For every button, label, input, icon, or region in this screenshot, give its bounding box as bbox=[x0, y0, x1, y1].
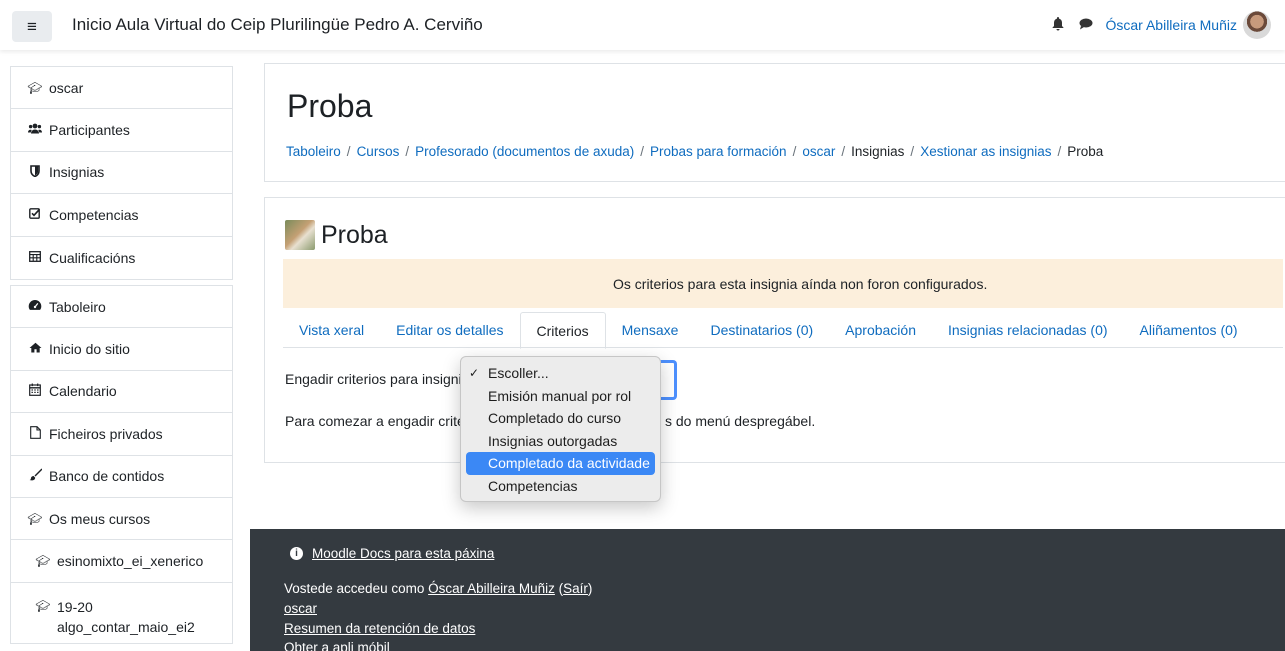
users-icon bbox=[27, 123, 43, 137]
badge-tabs: Vista xeral Editar os detalles Criterios… bbox=[283, 312, 1283, 349]
data-retention-link[interactable]: Resumen da retención de datos bbox=[284, 621, 475, 636]
login-info: Vostede accedeu como Óscar Abilleira Muñ… bbox=[284, 581, 593, 596]
table-icon bbox=[27, 250, 43, 265]
breadcrumb-current: Proba bbox=[1067, 144, 1104, 159]
breadcrumb-item[interactable]: oscar bbox=[802, 144, 835, 159]
graduation-cap-icon: 🎓︎ bbox=[27, 80, 43, 95]
sidebar-item-label: Os meus cursos bbox=[49, 510, 151, 527]
breadcrumb: Taboleiro / Cursos / Profesorado (documentos… bbox=[286, 144, 1104, 159]
mobile-app-link[interactable]: Obter a apli móbil bbox=[284, 640, 390, 651]
badge-heading: Proba bbox=[285, 220, 388, 250]
tab-related-badges[interactable]: Insignias relacionadas (0) bbox=[932, 312, 1124, 348]
dropdown-option-highlighted[interactable]: Completado da actividade bbox=[466, 452, 655, 475]
sidebar-item-grades[interactable]: Cualificacións bbox=[11, 237, 232, 279]
sidebar-item-label: Insignias bbox=[49, 164, 105, 181]
sidebar-item-label: Competencias bbox=[49, 206, 139, 223]
nav-drawer: 🎓︎ oscar Participantes Insignias Competen… bbox=[10, 66, 233, 649]
breadcrumb-item[interactable]: Xestionar as insignias bbox=[920, 144, 1051, 159]
graduation-cap-icon: 🎓︎ bbox=[27, 511, 43, 526]
sidebar-item-label: Inicio do sitio bbox=[49, 341, 130, 358]
drawer-toggle-button[interactable]: ≡ bbox=[12, 11, 52, 42]
tab-alignments[interactable]: Aliñamentos (0) bbox=[1124, 312, 1254, 348]
sidebar-item-label: oscar bbox=[49, 79, 84, 96]
page-title: Proba bbox=[287, 88, 373, 124]
help-text: Para comezar a engadir crite s do menú d… bbox=[285, 413, 816, 429]
badge-content: Proba Os criterios para esta insignia aí… bbox=[264, 197, 1285, 463]
sidebar-item-badges[interactable]: Insignias bbox=[11, 152, 232, 195]
sidebar-item-label: Cualificacións bbox=[49, 249, 136, 266]
dropdown-option[interactable]: Emisión manual por rol bbox=[466, 385, 655, 408]
dropdown-option[interactable]: ✓ Escoller... bbox=[466, 362, 655, 385]
avatar[interactable] bbox=[1243, 11, 1271, 39]
tab-edit-details[interactable]: Editar os detalles bbox=[380, 312, 519, 348]
sidebar-item-competencies[interactable]: Competencias bbox=[11, 194, 232, 237]
sidebar-item-label: Calendario bbox=[49, 383, 117, 400]
course-link[interactable]: oscar bbox=[284, 601, 317, 616]
profile-link[interactable]: Óscar Abilleira Muñiz bbox=[428, 581, 555, 596]
breadcrumb-item[interactable]: Probas para formación bbox=[650, 144, 787, 159]
sidebar-item-course[interactable]: 🎓︎ esinomixto_ei_xenerico bbox=[11, 540, 232, 583]
user-menu-name[interactable]: Óscar Abilleira Muñiz bbox=[1106, 17, 1238, 33]
breadcrumb-item: Insignias bbox=[851, 144, 905, 159]
warning-alert: Os criterios para esta insignia aínda no… bbox=[283, 259, 1283, 308]
sidebar-item-participants[interactable]: Participantes bbox=[11, 109, 232, 152]
sidebar-item-content-bank[interactable]: Banco de contidos bbox=[11, 456, 232, 498]
tab-recipients[interactable]: Destinatarios (0) bbox=[694, 312, 829, 348]
sidebar-item-label: 19-20 algo_contar_maio_ei2 bbox=[57, 598, 195, 635]
dropdown-option[interactable]: Insignias outorgadas bbox=[466, 430, 655, 453]
info-icon: i bbox=[290, 547, 303, 560]
docs-row: i Moodle Docs para esta páxina bbox=[290, 546, 494, 561]
sidebar-item-course[interactable]: 🎓︎ 19-20 algo_contar_maio_ei2 bbox=[11, 583, 232, 643]
sidebar-item-label: esinomixto_ei_xenerico bbox=[57, 552, 204, 569]
chat-bubble-icon[interactable] bbox=[1076, 17, 1096, 33]
sidebar-item-site-home[interactable]: Inicio do sitio bbox=[11, 328, 232, 371]
moodle-docs-link[interactable]: Moodle Docs para esta páxina bbox=[312, 546, 494, 561]
brush-icon bbox=[27, 468, 43, 484]
home-icon bbox=[27, 342, 43, 356]
breadcrumb-item[interactable]: Profesorado (documentos de axuda) bbox=[415, 144, 634, 159]
checkbox-icon bbox=[27, 207, 43, 222]
page-footer: i Moodle Docs para esta páxina Vostede a… bbox=[250, 529, 1285, 651]
sidebar-item-dashboard[interactable]: Taboleiro bbox=[11, 286, 232, 329]
file-icon bbox=[27, 425, 43, 442]
badge-image bbox=[285, 220, 315, 250]
graduation-cap-icon: 🎓︎ bbox=[35, 598, 51, 613]
tab-message[interactable]: Mensaxe bbox=[606, 312, 695, 348]
site-nav-group: Taboleiro Inicio do sitio Calendario Fic… bbox=[10, 284, 233, 644]
navbar-user-area: Óscar Abilleira Muñiz bbox=[1048, 9, 1271, 41]
graduation-cap-icon: 🎓︎ bbox=[35, 553, 51, 568]
dropdown-option[interactable]: Completado do curso bbox=[466, 407, 655, 430]
shield-icon bbox=[27, 165, 43, 180]
calendar-icon bbox=[27, 383, 43, 399]
tab-overview[interactable]: Vista xeral bbox=[283, 312, 380, 348]
breadcrumb-item[interactable]: Taboleiro bbox=[286, 144, 341, 159]
sidebar-item-oscar[interactable]: 🎓︎ oscar bbox=[11, 67, 232, 110]
criteria-dropdown-menu: ✓ Escoller... Emisión manual por rol Comp… bbox=[460, 356, 661, 502]
sidebar-item-label: Taboleiro bbox=[49, 298, 106, 315]
tab-criteria[interactable]: Criterios bbox=[519, 312, 606, 349]
breadcrumb-item[interactable]: Cursos bbox=[357, 144, 400, 159]
logout-link[interactable]: Saír bbox=[563, 581, 588, 596]
site-name-link[interactable]: Inicio Aula Virtual do Ceip Plurilingüe … bbox=[72, 15, 483, 35]
sidebar-item-label: Ficheiros privados bbox=[49, 425, 163, 442]
page-header: Proba Taboleiro / Cursos / Profesorado (docu… bbox=[264, 63, 1285, 182]
hamburger-icon: ≡ bbox=[27, 16, 37, 36]
badge-title: Proba bbox=[321, 220, 388, 249]
checkmark-icon: ✓ bbox=[469, 366, 480, 380]
course-nav-group: 🎓︎ oscar Participantes Insignias Competen… bbox=[10, 66, 233, 280]
dropdown-option[interactable]: Competencias bbox=[466, 475, 655, 498]
sidebar-item-label: Banco de contidos bbox=[49, 468, 165, 485]
top-navbar: ≡ Inicio Aula Virtual do Ceip Plurilingü… bbox=[0, 0, 1285, 50]
sidebar-item-private-files[interactable]: Ficheiros privados bbox=[11, 413, 232, 456]
criteria-label: Engadir criterios para insignia bbox=[285, 371, 470, 387]
dashboard-icon bbox=[27, 299, 43, 314]
tab-endorsement[interactable]: Aprobación bbox=[829, 312, 932, 348]
sidebar-item-label: Participantes bbox=[49, 122, 130, 139]
bell-icon[interactable] bbox=[1048, 16, 1068, 34]
sidebar-item-calendar[interactable]: Calendario bbox=[11, 371, 232, 414]
sidebar-item-my-courses[interactable]: 🎓︎ Os meus cursos bbox=[11, 498, 232, 541]
